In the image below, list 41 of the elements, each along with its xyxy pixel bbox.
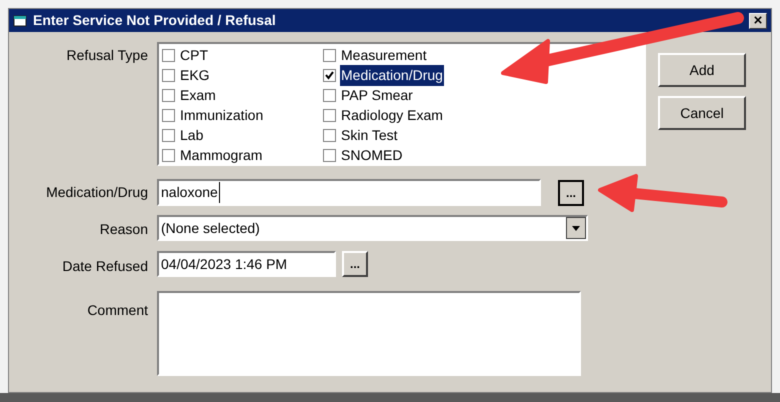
list-item[interactable]: Medication/Drug <box>340 64 444 86</box>
checkbox[interactable] <box>162 128 175 142</box>
list-item[interactable]: Immunization <box>179 104 264 126</box>
checkbox[interactable] <box>323 128 336 142</box>
checkbox[interactable] <box>323 148 336 162</box>
checkbox[interactable] <box>162 48 175 62</box>
list-item[interactable]: Exam <box>179 84 217 106</box>
checkbox[interactable] <box>162 148 175 162</box>
list-item[interactable]: Measurement <box>340 44 428 66</box>
field-value: naloxone <box>161 182 220 203</box>
checkbox[interactable] <box>162 88 175 102</box>
checkbox[interactable] <box>323 48 336 62</box>
list-item[interactable]: SNOMED <box>340 144 404 166</box>
browse-button[interactable]: ... <box>558 180 584 206</box>
field-label: Comment <box>87 301 148 320</box>
list-item[interactable]: Mammogram <box>179 144 264 166</box>
checkbox[interactable] <box>323 68 336 82</box>
list-item[interactable]: Radiology Exam <box>340 104 444 126</box>
dialog-button[interactable]: Cancel <box>658 96 746 130</box>
window-icon <box>13 14 29 28</box>
browse-button[interactable]: ... <box>342 251 368 277</box>
list-item[interactable]: CPT <box>179 44 209 66</box>
checkbox[interactable] <box>162 68 175 82</box>
comment-field[interactable] <box>157 291 581 376</box>
checkbox[interactable] <box>162 108 175 122</box>
list-item[interactable]: Lab <box>179 124 204 146</box>
checkbox[interactable] <box>323 88 336 102</box>
medication-field[interactable]: naloxone <box>157 179 541 206</box>
field-label: Refusal Type <box>66 46 148 65</box>
field-label: Reason <box>100 220 148 239</box>
field-label: Date Refused <box>62 257 148 276</box>
close-button[interactable]: × <box>749 12 767 28</box>
list-item[interactable]: PAP Smear <box>340 84 414 106</box>
dialog-button[interactable]: Add <box>658 53 746 87</box>
checkbox[interactable] <box>323 108 336 122</box>
date-field[interactable]: 04/04/2023 1:46 PM <box>157 251 336 277</box>
reason-dropdown[interactable]: (None selected) <box>157 215 588 241</box>
list-item[interactable]: Skin Test <box>340 124 399 146</box>
list-item[interactable]: EKG <box>179 64 211 86</box>
field-label: Medication/Drug <box>46 183 148 202</box>
window-title: Enter Service Not Provided / Refusal <box>33 11 276 30</box>
